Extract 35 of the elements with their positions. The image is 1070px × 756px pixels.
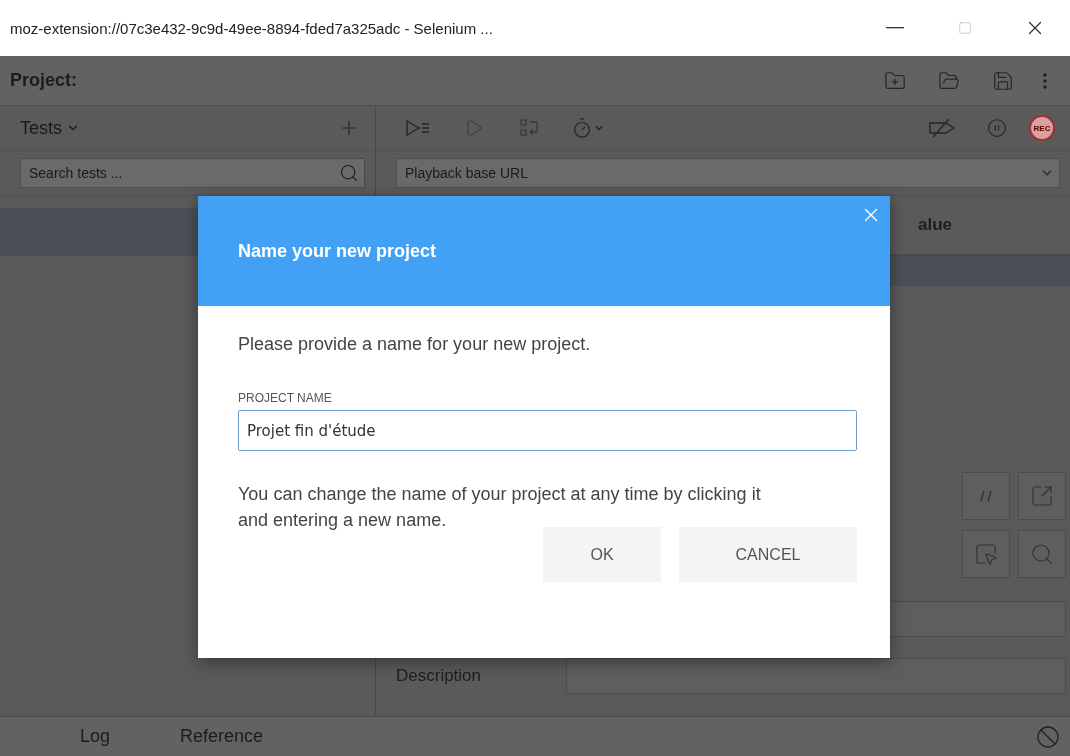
maximize-icon	[958, 21, 972, 35]
ok-button[interactable]: OK	[543, 527, 661, 582]
save-icon	[992, 69, 1014, 92]
step-icon	[519, 118, 541, 138]
timer-icon	[571, 117, 593, 139]
minimize-icon	[886, 27, 904, 29]
column-header: alue	[917, 215, 952, 235]
pause-icon	[987, 118, 1007, 138]
search-icon	[1030, 542, 1054, 566]
base-url-field[interactable]: Playback base URL	[396, 158, 1060, 188]
dialog-title: Name your new project	[238, 240, 437, 262]
dialog-text: Please provide a name for your new project.	[238, 334, 592, 355]
clear-icon[interactable]	[1036, 724, 1060, 749]
project-name-field[interactable]: Projet fin d'étude	[238, 410, 857, 451]
open-link-button[interactable]	[1018, 472, 1066, 520]
folder-icon	[938, 69, 960, 92]
more-icon	[1043, 72, 1047, 89]
pointer-icon	[974, 542, 998, 566]
command-field[interactable]	[566, 657, 1066, 694]
find-target-button[interactable]	[1018, 530, 1066, 578]
record-button[interactable]: REC	[1022, 110, 1062, 146]
field-label: PROJECT NAME	[238, 391, 333, 405]
project-label: Project:	[10, 70, 79, 91]
run-all-icon	[405, 119, 431, 137]
cancel-button[interactable]: CANCEL	[679, 527, 857, 582]
slashes-icon	[979, 490, 993, 502]
field-label: Description	[396, 665, 483, 686]
search-field[interactable]: Search tests ...	[20, 158, 365, 188]
folder-plus-icon	[884, 69, 906, 92]
external-link-icon	[1030, 484, 1054, 508]
search-icon	[339, 163, 359, 183]
breakpoint-off-icon	[927, 118, 957, 138]
comment-button[interactable]	[962, 472, 1010, 520]
select-target-button[interactable]	[962, 530, 1010, 578]
window-title: moz-extension://07c3e432-9c9d-49ee-8894-fded7a325adc - Selenium ...	[10, 19, 494, 37]
